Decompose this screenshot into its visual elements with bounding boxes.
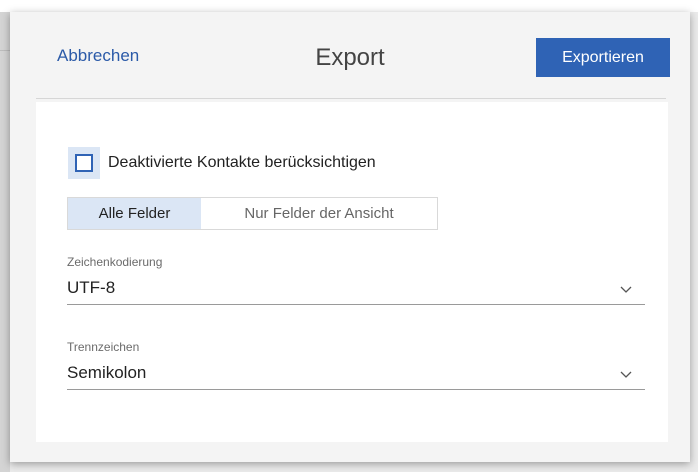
encoding-label: Zeichenkodierung [67,255,163,269]
separator-select[interactable]: Semikolon [67,361,645,390]
separator-value: Semikolon [67,363,147,382]
segment-all-fields[interactable]: Alle Felder [68,198,201,229]
include-disabled-contacts-label: Deaktivierte Kontakte berücksichtigen [108,154,376,171]
separator-label: Trennzeichen [67,340,140,354]
background-window-strip [0,0,698,12]
export-options-panel: Deaktivierte Kontakte berücksichtigen Al… [36,102,668,442]
chevron-down-icon [620,286,632,293]
encoding-value: UTF-8 [67,278,116,297]
header-divider [36,98,666,99]
encoding-select[interactable]: UTF-8 [67,276,645,305]
cancel-button[interactable]: Abbrechen [57,46,139,66]
background-divider [0,50,10,51]
chevron-down-icon [620,371,632,378]
encoding-field: Zeichenkodierung UTF-8 [67,254,645,305]
checkbox-unchecked-icon[interactable] [75,154,93,172]
separator-field: Trennzeichen Semikolon [67,339,645,390]
include-disabled-contacts-option[interactable]: Deaktivierte Kontakte berücksichtigen [68,146,376,180]
checkbox-focus-frame [68,147,100,179]
export-button[interactable]: Exportieren [536,38,670,77]
background-window-edge [0,12,10,472]
field-scope-toggle: Alle Felder Nur Felder der Ansicht [67,197,438,230]
export-dialog: Abbrechen Export Exportieren Deaktiviert… [10,12,690,462]
segment-view-fields-only[interactable]: Nur Felder der Ansicht [201,198,437,229]
dialog-header: Abbrechen Export Exportieren [10,12,690,94]
